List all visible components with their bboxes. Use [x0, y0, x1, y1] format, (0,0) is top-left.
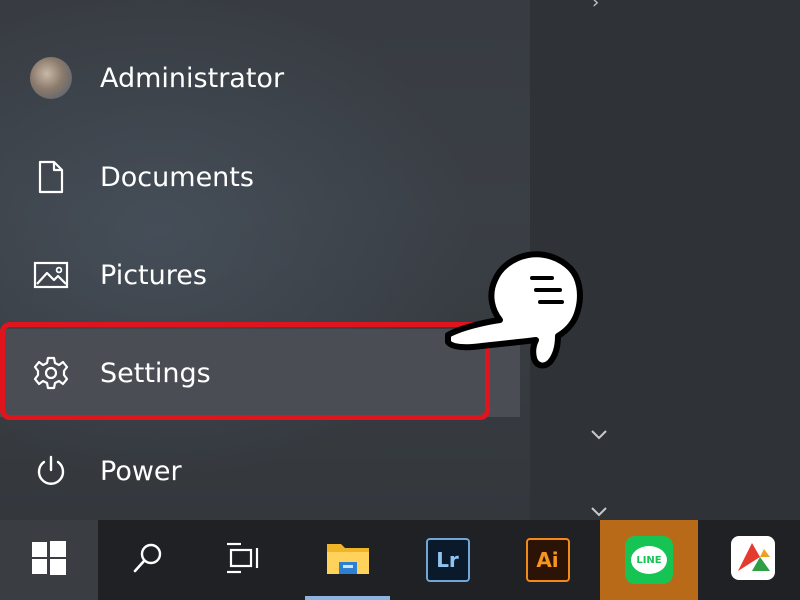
sidebar-item-administrator[interactable]: Administrator — [0, 34, 520, 122]
folder-icon — [325, 538, 371, 582]
sidebar-item-label: Power — [100, 455, 182, 487]
search-button[interactable] — [105, 520, 190, 600]
document-icon — [30, 156, 72, 198]
sidebar-item-power[interactable]: Power — [0, 427, 520, 515]
search-icon — [131, 541, 165, 579]
app-button[interactable] — [705, 520, 800, 600]
chevron-down-icon[interactable] — [590, 425, 608, 446]
windows-logo-icon — [31, 540, 67, 580]
illustrator-button[interactable]: Ai — [505, 520, 590, 600]
settings-highlight-box — [0, 322, 490, 420]
app-icon — [730, 535, 776, 585]
lightroom-icon: Lr — [425, 538, 470, 582]
sidebar-item-documents[interactable]: Documents — [0, 133, 520, 221]
task-view-button[interactable] — [200, 520, 285, 600]
line-icon: LINE — [625, 536, 673, 584]
start-button[interactable] — [0, 520, 98, 600]
illustrator-icon: Ai — [525, 538, 570, 582]
task-view-icon — [225, 542, 261, 578]
file-explorer-button[interactable] — [305, 520, 390, 600]
power-icon — [30, 450, 72, 492]
sidebar-item-label: Documents — [100, 161, 254, 193]
avatar — [30, 57, 72, 99]
line-app-button[interactable]: LINE — [600, 520, 698, 600]
lightroom-button[interactable]: Lr — [405, 520, 490, 600]
sidebar-item-label: Pictures — [100, 259, 207, 291]
chevron-up-icon[interactable]: › — [592, 0, 599, 13]
pictures-icon — [30, 254, 72, 296]
sidebar-item-label: Administrator — [100, 62, 285, 94]
taskbar: Lr Ai LINE — [0, 520, 800, 600]
line-label: LINE — [631, 546, 667, 574]
pointing-hand-icon — [440, 240, 590, 370]
